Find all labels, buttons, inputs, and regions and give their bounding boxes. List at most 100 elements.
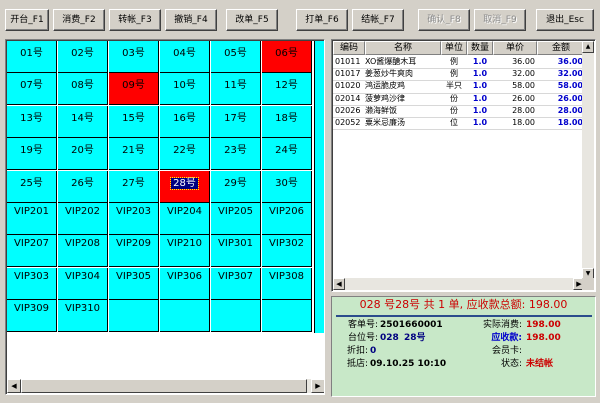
scroll-left-arrow-icon[interactable]: ◀ xyxy=(333,278,345,290)
table-cell[interactable]: VIP208 xyxy=(58,235,108,268)
table-cell-label: VIP207 xyxy=(14,238,49,250)
order-list-hscrollbar[interactable]: ◀ ▶ xyxy=(333,278,585,290)
modify-order-button[interactable]: 改单_F5 xyxy=(226,9,278,31)
column-amount[interactable]: 金额 xyxy=(537,41,585,55)
table-cell[interactable]: 26号 xyxy=(58,170,108,203)
table-cell[interactable]: 03号 xyxy=(109,41,159,73)
consume-button[interactable]: 消费_F2 xyxy=(53,9,105,31)
table-grid-hscrollbar[interactable]: ◀ ▶ xyxy=(7,379,324,393)
table-cell[interactable]: VIP203 xyxy=(109,203,159,235)
table-cell[interactable]: VIP207 xyxy=(7,235,57,268)
table-cell[interactable]: VIP202 xyxy=(58,203,108,235)
order-list-vscrollbar[interactable]: ▲ ▼ xyxy=(582,41,594,280)
scroll-left-arrow-icon[interactable]: ◀ xyxy=(7,379,21,393)
print-order-button[interactable]: 打单_F6 xyxy=(296,9,348,31)
column-code[interactable]: 编码 xyxy=(333,41,365,55)
table-cell[interactable]: 24号 xyxy=(262,138,312,171)
table-cell[interactable]: 06号 xyxy=(262,41,312,73)
table-row[interactable]: 02052 粟米忌廉汤 位 1.0 18.00 18.00 xyxy=(333,117,585,129)
table-row[interactable]: 01017 姜葱炒牛爽肉 例 1.0 32.00 32.00 xyxy=(333,68,585,80)
table-cell[interactable]: VIP310 xyxy=(58,300,108,333)
exit-button[interactable]: 退出_Esc xyxy=(536,9,594,31)
table-cell[interactable]: 04号 xyxy=(160,41,210,73)
column-qty[interactable]: 数量 xyxy=(467,41,493,55)
table-cell[interactable]: VIP303 xyxy=(7,267,57,300)
table-cell[interactable]: 02号 xyxy=(58,41,108,73)
column-unit[interactable]: 单位 xyxy=(441,41,467,55)
row-divider xyxy=(333,129,585,131)
table-cell[interactable]: 10号 xyxy=(160,73,210,106)
table-cell[interactable]: 29号 xyxy=(211,170,261,203)
cell-qty: 1.0 xyxy=(472,69,488,79)
column-price[interactable]: 单价 xyxy=(493,41,537,55)
table-cell[interactable]: VIP205 xyxy=(211,203,261,235)
table-cell[interactable]: VIP308 xyxy=(262,267,312,300)
table-cell[interactable]: 12号 xyxy=(262,73,312,106)
table-cell[interactable]: VIP201 xyxy=(7,203,57,235)
column-name[interactable]: 名称 xyxy=(365,41,441,55)
table-cell[interactable]: 30号 xyxy=(262,170,312,203)
table-cell[interactable]: VIP304 xyxy=(58,267,108,300)
table-cell[interactable]: VIP307 xyxy=(211,267,261,300)
table-cell[interactable]: 19号 xyxy=(7,138,57,171)
table-cell[interactable]: 13号 xyxy=(7,105,57,138)
table-cell[interactable]: 27号 xyxy=(109,170,159,203)
table-cell-label: 25号 xyxy=(20,177,43,189)
table-row[interactable]: 02026 濑海鲜饭 份 1.0 28.00 28.00 xyxy=(333,105,585,117)
order-no-label: 客单号: xyxy=(347,320,378,330)
cell-name: 濑海鲜饭 xyxy=(365,105,397,115)
table-cell[interactable]: VIP210 xyxy=(160,235,210,268)
table-cell[interactable]: VIP309 xyxy=(7,300,57,333)
table-cell[interactable]: VIP306 xyxy=(160,267,210,300)
table-cell-label: 16号 xyxy=(173,112,196,124)
table-row[interactable]: 01011 XO酱爆醣木耳 例 1.0 36.00 36.00 xyxy=(333,56,585,68)
table-row[interactable]: 01020 鸿运脆皮鸡 半只 1.0 58.00 58.00 xyxy=(333,80,585,92)
member-label: 会员卡: xyxy=(491,346,522,356)
table-label: 台位号: xyxy=(347,333,378,343)
cell-name: XO酱爆醣木耳 xyxy=(365,57,417,66)
table-cell-label: 21号 xyxy=(122,145,145,157)
table-cell[interactable]: 18号 xyxy=(262,105,312,138)
scroll-right-arrow-icon[interactable]: ▶ xyxy=(311,379,324,393)
checkout-button[interactable]: 结帐_F7 xyxy=(352,9,404,31)
table-cell-label: 11号 xyxy=(224,80,247,92)
table-cell[interactable]: VIP209 xyxy=(109,235,159,268)
scroll-up-arrow-icon[interactable]: ▲ xyxy=(582,41,594,53)
grid-filler xyxy=(314,41,324,333)
table-cell-label: 06号 xyxy=(275,48,298,59)
table-cell-label: VIP208 xyxy=(65,238,100,250)
table-cell[interactable]: VIP305 xyxy=(109,267,159,300)
table-cell[interactable]: VIP204 xyxy=(160,203,210,235)
cell-unit: 半只 xyxy=(446,81,462,91)
table-cell[interactable]: 23号 xyxy=(211,138,261,171)
table-row[interactable]: 02014 菠萝鸡沙律 份 1.0 26.00 26.00 xyxy=(333,93,585,105)
table-cell[interactable]: 14号 xyxy=(58,105,108,138)
table-cell[interactable]: VIP302 xyxy=(262,235,312,268)
table-cell[interactable]: 22号 xyxy=(160,138,210,171)
scroll-thumb[interactable] xyxy=(21,379,307,393)
transfer-button[interactable]: 转帐_F3 xyxy=(109,9,161,31)
table-cell[interactable]: 20号 xyxy=(58,138,108,171)
table-cell[interactable]: 09号 xyxy=(109,73,159,106)
open-table-button[interactable]: 开台_F1 xyxy=(5,9,49,31)
table-cell[interactable]: 25号 xyxy=(7,170,57,203)
table-cell[interactable]: VIP206 xyxy=(262,203,312,235)
table-cell[interactable]: 21号 xyxy=(109,138,159,171)
undo-button[interactable]: 撤销_F4 xyxy=(165,9,217,31)
cancel-button[interactable]: 取消_F9 xyxy=(474,9,526,31)
table-cell[interactable]: 28号 xyxy=(160,170,210,203)
receivable-value: 198.00 xyxy=(526,333,561,343)
table-cell[interactable]: 08号 xyxy=(58,73,108,106)
cell-name: 鸿运脆皮鸡 xyxy=(365,81,405,91)
table-cell[interactable]: 15号 xyxy=(109,105,159,138)
table-cell-label: VIP205 xyxy=(218,206,253,217)
table-cell[interactable]: 16号 xyxy=(160,105,210,138)
table-cell[interactable]: 05号 xyxy=(211,41,261,73)
confirm-button[interactable]: 确认_F8 xyxy=(418,9,470,31)
table-cell[interactable]: 07号 xyxy=(7,73,57,106)
table-cell[interactable]: 01号 xyxy=(7,41,57,73)
table-cell[interactable]: VIP301 xyxy=(211,235,261,268)
table-cell[interactable]: 11号 xyxy=(211,73,261,106)
cell-price: 18.00 xyxy=(512,118,535,127)
table-cell[interactable]: 17号 xyxy=(211,105,261,138)
